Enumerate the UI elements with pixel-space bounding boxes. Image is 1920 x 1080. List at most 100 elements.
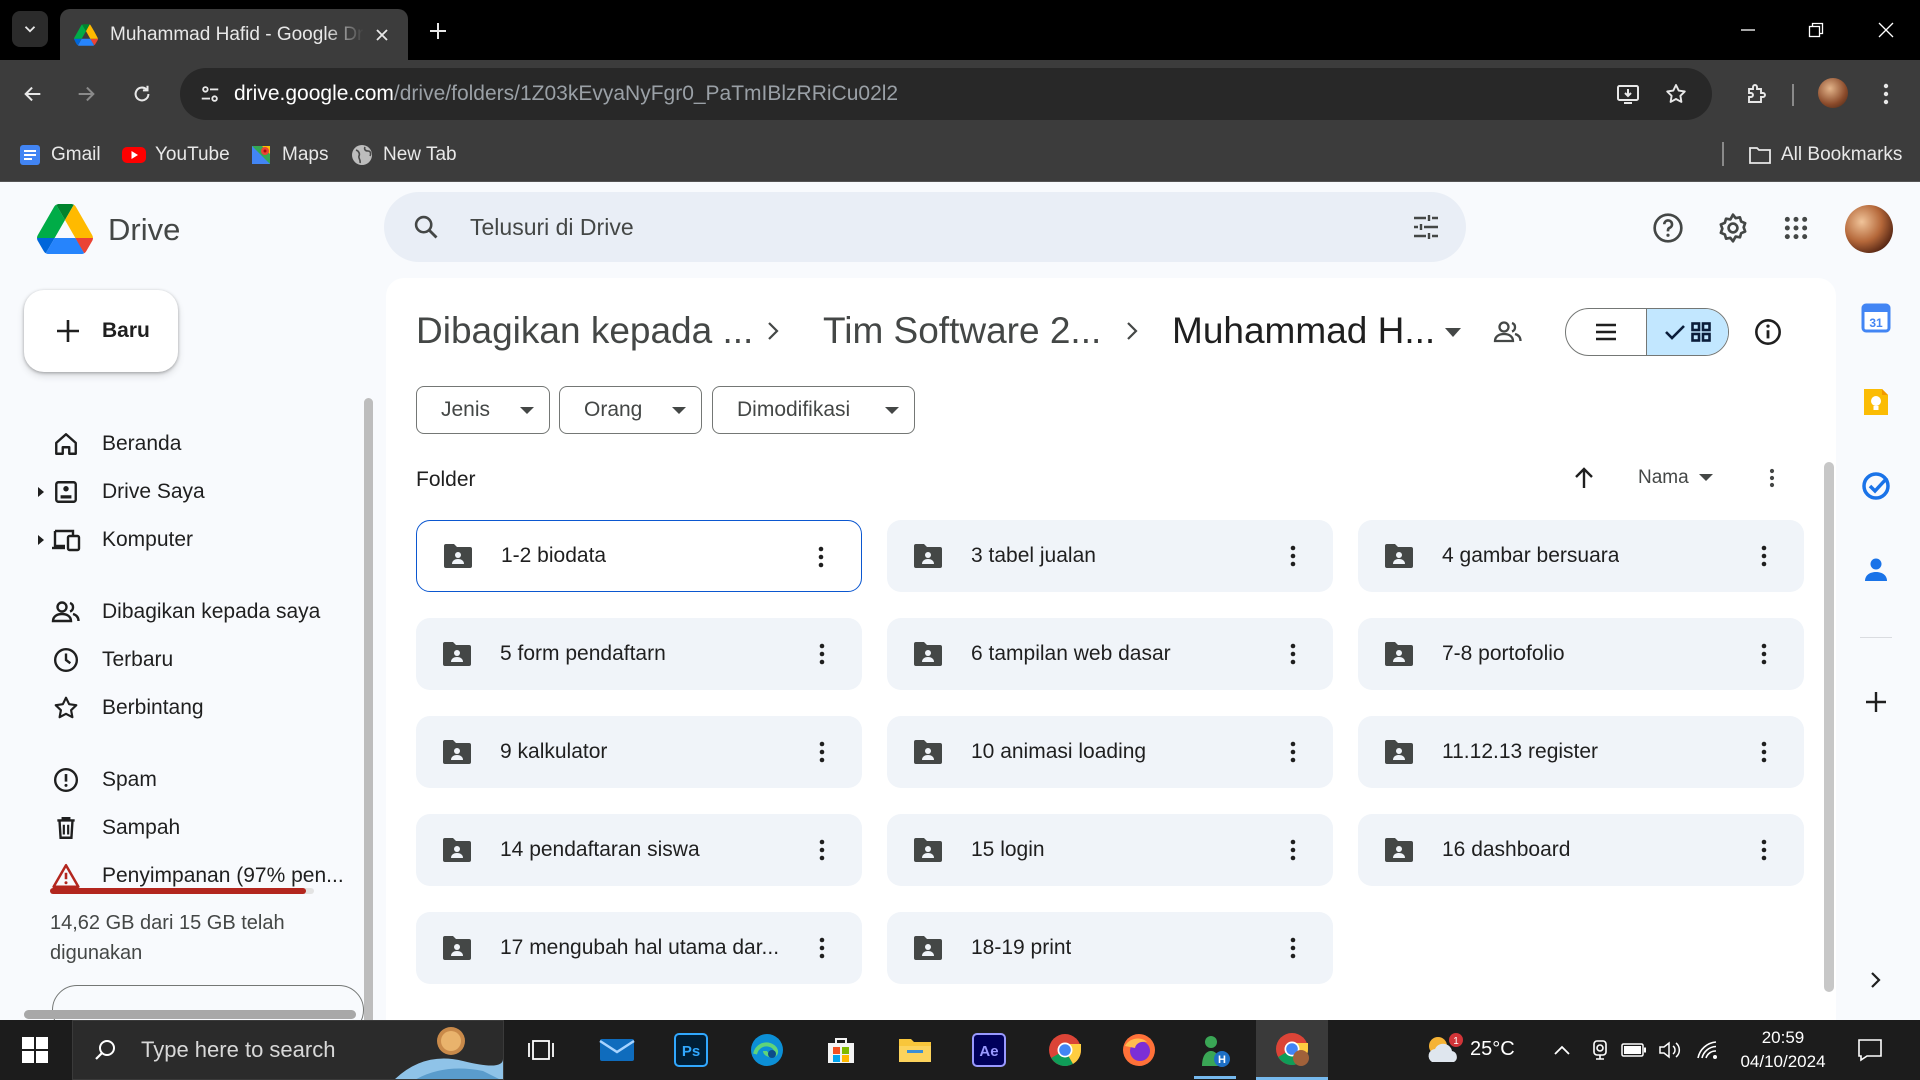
volume-button[interactable] xyxy=(1656,1036,1684,1064)
folder-more-button[interactable] xyxy=(1275,538,1311,574)
battery-indicator[interactable] xyxy=(1620,1036,1648,1064)
search-icon[interactable] xyxy=(408,209,444,245)
search-input[interactable] xyxy=(470,213,1350,241)
folder-more-button[interactable] xyxy=(1275,636,1311,672)
contacts-addon[interactable] xyxy=(1856,550,1896,590)
sort-more-button[interactable] xyxy=(1754,460,1790,496)
nav-item-computers[interactable]: Komputer xyxy=(36,516,356,564)
weather-widget[interactable]: 1 xyxy=(1422,1032,1466,1068)
back-button[interactable] xyxy=(13,74,53,114)
folder-card[interactable]: 17 mengubah hal utama dar... xyxy=(416,912,862,984)
nav-item-recent[interactable]: Terbaru xyxy=(36,636,356,684)
folder-more-button[interactable] xyxy=(804,734,840,770)
restore-button[interactable] xyxy=(1792,12,1840,48)
breadcrumb-item[interactable]: Dibagikan kepada ... xyxy=(416,310,753,352)
system-clock[interactable]: 20:59 04/10/2024 xyxy=(1728,1026,1838,1074)
drive-search-bar[interactable] xyxy=(384,192,1466,262)
folder-more-button[interactable] xyxy=(1275,832,1311,868)
meet-now-button[interactable] xyxy=(1586,1036,1614,1064)
calendar-addon[interactable]: 31 xyxy=(1856,298,1896,338)
extensions-button[interactable] xyxy=(1736,74,1776,114)
content-scrollbar[interactable] xyxy=(1824,462,1834,992)
nav-item-my-drive[interactable]: Drive Saya xyxy=(36,468,356,516)
folder-more-button[interactable] xyxy=(1746,734,1782,770)
folder-card[interactable]: 1-2 biodata xyxy=(416,520,862,592)
breadcrumb-item[interactable]: Tim Software 2... xyxy=(823,310,1101,352)
all-bookmarks-button[interactable]: All Bookmarks xyxy=(1748,140,1902,170)
taskbar-after-effects[interactable]: Ae xyxy=(954,1020,1024,1080)
taskbar-chrome-active[interactable] xyxy=(1256,1020,1328,1080)
filter-type-chip[interactable]: Jenis xyxy=(416,386,550,434)
browser-profile-avatar[interactable] xyxy=(1818,78,1848,108)
bookmark-maps[interactable]: Maps xyxy=(249,140,328,170)
folder-card[interactable]: 18-19 print xyxy=(887,912,1333,984)
start-button[interactable] xyxy=(0,1020,70,1080)
shared-folder-icon[interactable] xyxy=(1490,314,1526,350)
search-options-button[interactable] xyxy=(1408,209,1444,245)
sidebar-scrollbar[interactable] xyxy=(364,398,373,1020)
details-button[interactable] xyxy=(1750,314,1786,350)
nav-item-shared-with-me[interactable]: Dibagikan kepada saya xyxy=(36,588,356,636)
site-info-button[interactable] xyxy=(190,74,230,114)
taskbar-app-h[interactable]: H xyxy=(1180,1020,1250,1080)
taskbar-file-explorer[interactable] xyxy=(880,1020,950,1080)
filter-people-chip[interactable]: Orang xyxy=(559,386,702,434)
tab-search-button[interactable] xyxy=(12,11,48,47)
folder-card[interactable]: 11.12.13 register xyxy=(1358,716,1804,788)
settings-button[interactable] xyxy=(1711,206,1755,250)
browser-menu-button[interactable] xyxy=(1866,74,1906,114)
expand-caret-icon[interactable] xyxy=(36,487,46,497)
filter-modified-chip[interactable]: Dimodifikasi xyxy=(712,386,915,434)
sort-direction-button[interactable] xyxy=(1566,460,1602,496)
nav-item-starred[interactable]: Berbintang xyxy=(36,684,356,732)
folder-card[interactable]: 16 dashboard xyxy=(1358,814,1804,886)
install-app-button[interactable] xyxy=(1608,74,1648,114)
taskbar-firefox[interactable] xyxy=(1104,1020,1174,1080)
grid-view-button[interactable] xyxy=(1647,309,1728,355)
taskbar-photoshop[interactable]: Ps xyxy=(656,1020,726,1080)
folder-card[interactable]: 9 kalkulator xyxy=(416,716,862,788)
nav-item-spam[interactable]: Spam xyxy=(36,756,356,804)
folder-more-button[interactable] xyxy=(1746,832,1782,868)
tab-close-button[interactable] xyxy=(370,23,394,47)
folder-more-button[interactable] xyxy=(1746,538,1782,574)
network-button[interactable] xyxy=(1694,1036,1722,1064)
bookmark-new-tab[interactable]: New Tab xyxy=(350,140,457,170)
new-tab-button[interactable] xyxy=(422,15,454,47)
folder-card[interactable]: 15 login xyxy=(887,814,1333,886)
folder-card[interactable]: 6 tampilan web dasar xyxy=(887,618,1333,690)
folder-card[interactable]: 14 pendaftaran siswa xyxy=(416,814,862,886)
account-avatar[interactable] xyxy=(1845,205,1893,253)
taskbar-store[interactable] xyxy=(806,1020,876,1080)
sort-by-button[interactable]: Nama xyxy=(1638,463,1713,493)
side-panel-toggle[interactable] xyxy=(1856,960,1896,1000)
folder-card[interactable]: 7-8 portofolio xyxy=(1358,618,1804,690)
get-addons-button[interactable] xyxy=(1856,682,1896,722)
taskbar-mail[interactable] xyxy=(582,1020,652,1080)
forward-button[interactable] xyxy=(66,74,106,114)
folder-more-button[interactable] xyxy=(804,636,840,672)
reload-button[interactable] xyxy=(122,74,162,114)
show-hidden-icons-button[interactable] xyxy=(1548,1036,1576,1064)
google-apps-button[interactable] xyxy=(1774,206,1818,250)
folder-more-button[interactable] xyxy=(1275,930,1311,966)
folder-card[interactable]: 3 tabel jualan xyxy=(887,520,1333,592)
taskbar-chrome[interactable] xyxy=(1030,1020,1100,1080)
minimize-button[interactable] xyxy=(1724,12,1772,48)
expand-caret-icon[interactable] xyxy=(36,535,46,545)
tasks-addon[interactable] xyxy=(1856,466,1896,506)
folder-more-button[interactable] xyxy=(804,832,840,868)
close-window-button[interactable] xyxy=(1862,12,1910,48)
folder-card[interactable]: 10 animasi loading xyxy=(887,716,1333,788)
breadcrumb-current[interactable]: Muhammad H... xyxy=(1172,310,1435,352)
address-bar[interactable]: drive.google.com/drive/folders/1Z03kEvya… xyxy=(180,68,1712,120)
folder-card[interactable]: 4 gambar bersuara xyxy=(1358,520,1804,592)
folder-more-button[interactable] xyxy=(1275,734,1311,770)
notification-center-button[interactable] xyxy=(1852,1034,1888,1066)
google-drive-logo[interactable] xyxy=(36,204,94,254)
keep-addon[interactable] xyxy=(1856,382,1896,422)
active-tab[interactable]: Muhammad Hafid - Google Drive xyxy=(60,9,408,60)
new-button[interactable]: Baru xyxy=(24,290,178,372)
taskbar-search-box[interactable]: Type here to search xyxy=(72,1020,504,1080)
folder-more-button[interactable] xyxy=(804,930,840,966)
